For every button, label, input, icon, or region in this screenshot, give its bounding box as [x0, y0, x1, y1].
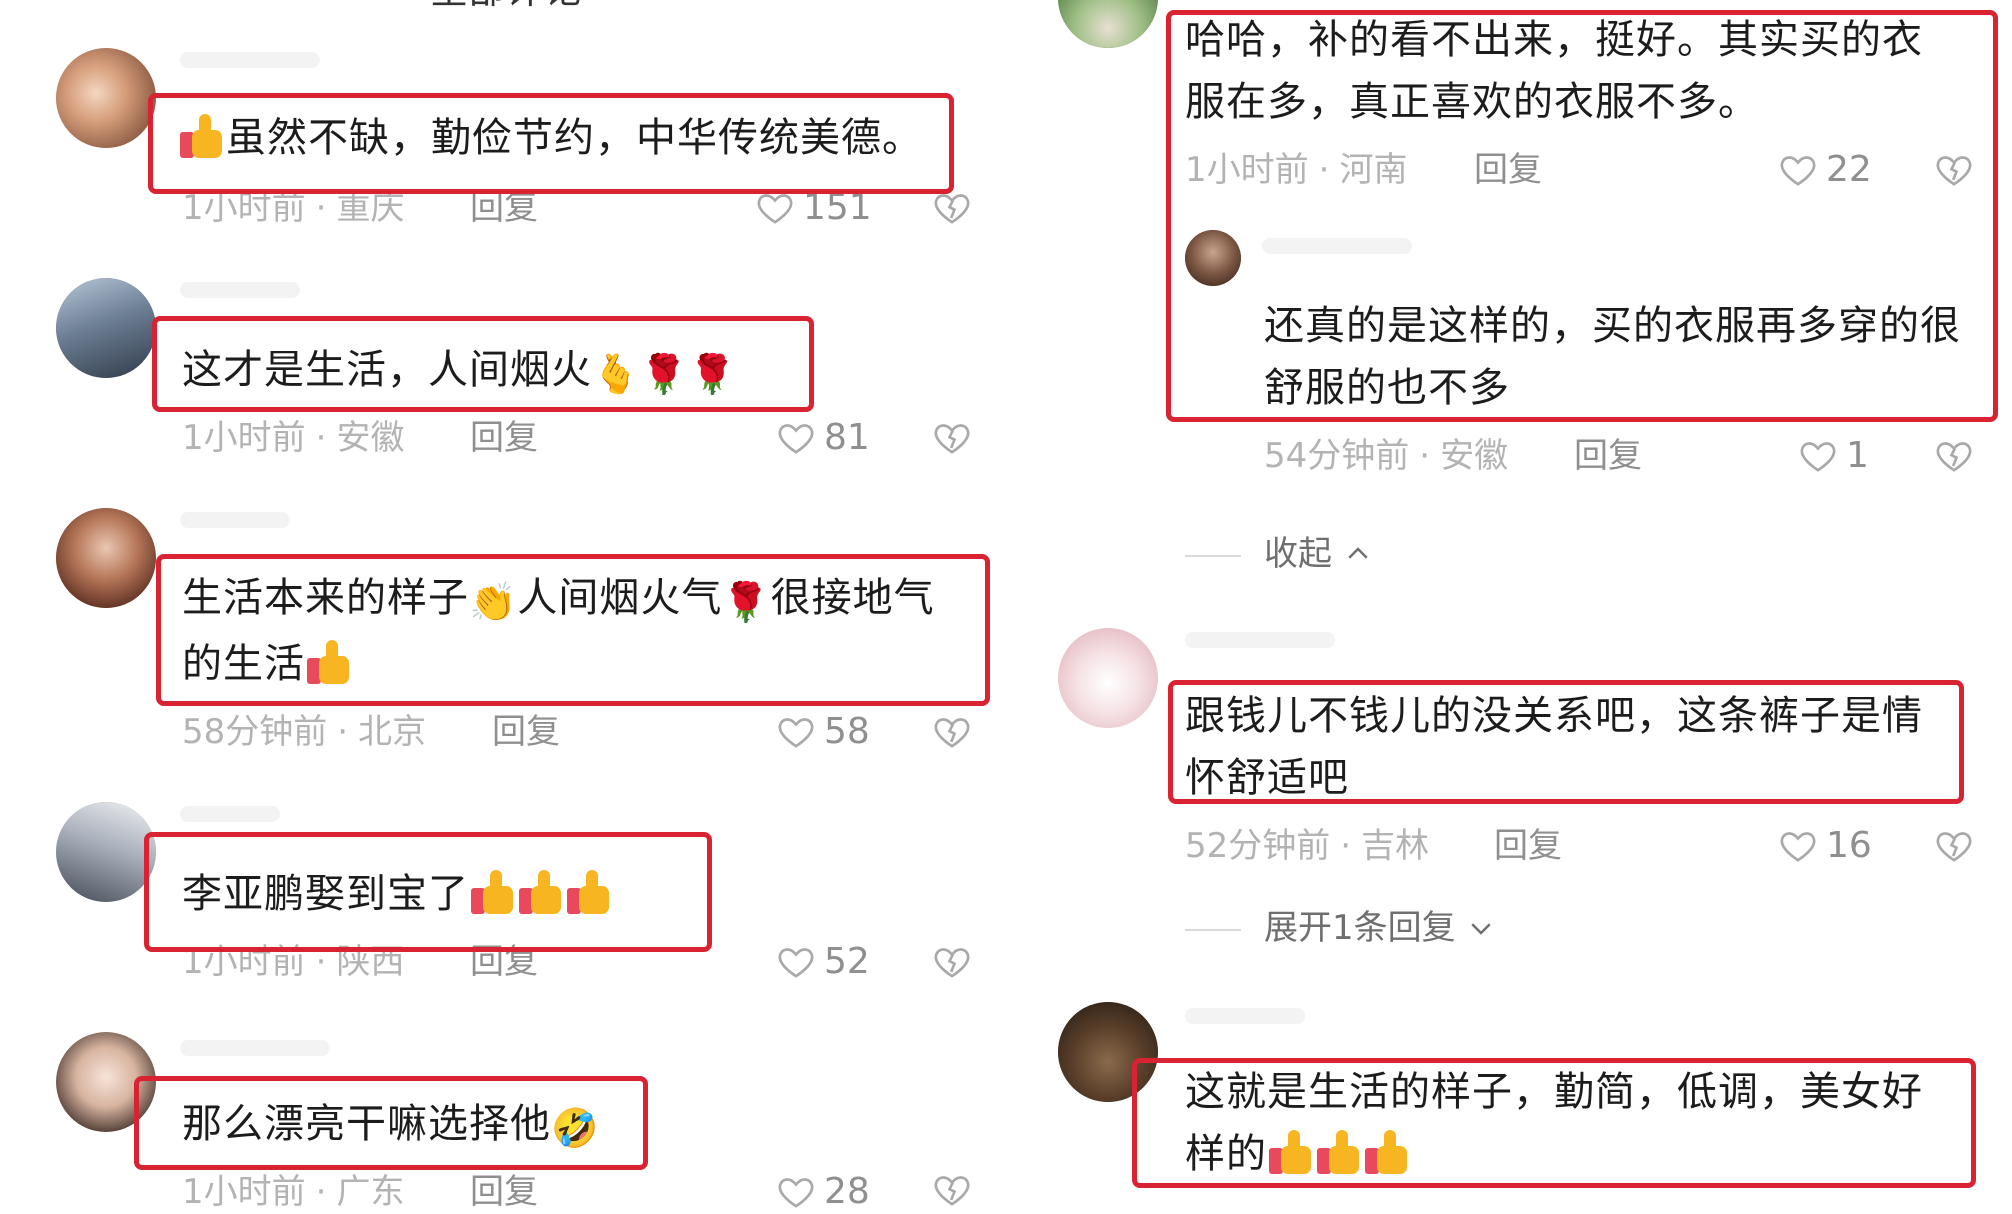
username-blurred[interactable] [180, 806, 280, 822]
avatar[interactable] [56, 278, 156, 378]
avatar[interactable] [1058, 628, 1158, 728]
like-count: 16 [1826, 825, 1872, 866]
avatar[interactable] [56, 48, 156, 148]
reply-button[interactable]: 回复 [470, 188, 538, 228]
avatar[interactable] [56, 508, 156, 608]
reply-button[interactable]: 回复 [1574, 436, 1642, 476]
section-title-partial: 全部评论 [430, 0, 582, 10]
highlight-box [156, 554, 990, 706]
highlight-box [152, 316, 814, 412]
like-count: 1 [1846, 435, 1869, 476]
chevron-up-icon [1348, 547, 1368, 559]
like-count: 81 [824, 417, 870, 458]
dislike-icon[interactable] [932, 712, 972, 752]
heart-icon [778, 948, 814, 978]
highlight-box [134, 1076, 648, 1170]
highlight-box [1168, 680, 1964, 804]
highlight-box [1166, 10, 1998, 422]
comment-meta: 54分钟前 · 安徽 [1264, 436, 1509, 476]
dislike-icon[interactable] [932, 1170, 972, 1210]
heart-icon [778, 424, 814, 454]
dislike-icon[interactable] [1934, 436, 1974, 476]
reply-button[interactable]: 回复 [470, 418, 538, 458]
avatar[interactable] [56, 802, 156, 902]
expand-replies-button[interactable]: 展开1条回复 [1264, 908, 1496, 948]
comment-meta: 58分钟前 · 北京 [182, 712, 427, 752]
chevron-down-icon [1471, 923, 1492, 935]
heart-icon [778, 1178, 814, 1208]
like-count: 58 [824, 711, 870, 752]
like-button[interactable]: 58 [776, 710, 870, 754]
comment-meta: 1小时前 · 重庆 [182, 188, 405, 228]
comment-meta: 52分钟前 · 吉林 [1185, 826, 1430, 866]
reply-button[interactable]: 回复 [1494, 826, 1562, 866]
thread-divider [1185, 555, 1241, 557]
avatar[interactable] [1058, 0, 1158, 48]
highlight-box [1132, 1058, 1976, 1188]
dislike-icon[interactable] [1934, 826, 1974, 866]
collapse-replies-button[interactable]: 收起 [1264, 534, 1373, 574]
heart-icon [1780, 832, 1816, 862]
heart-icon [757, 194, 793, 224]
like-button[interactable]: 52 [776, 940, 870, 984]
thread-divider [1185, 929, 1241, 931]
dislike-icon[interactable] [932, 418, 972, 458]
like-count: 52 [824, 941, 870, 982]
like-count: 28 [824, 1171, 870, 1212]
username-blurred[interactable] [180, 282, 300, 298]
heart-icon [778, 718, 814, 748]
like-button[interactable]: 16 [1778, 824, 1872, 868]
reply-button[interactable]: 回复 [492, 712, 560, 752]
username-blurred[interactable] [180, 512, 290, 528]
like-button[interactable]: 1 [1798, 434, 1869, 478]
username-blurred[interactable] [180, 1040, 330, 1056]
like-button[interactable]: 81 [776, 416, 870, 460]
comment-meta: 1小时前 · 安徽 [182, 418, 405, 458]
dislike-icon[interactable] [932, 188, 972, 228]
highlight-box [148, 93, 954, 194]
reply-button[interactable]: 回复 [470, 1172, 538, 1212]
username-blurred[interactable] [1185, 1008, 1305, 1024]
comment-meta: 1小时前 · 广东 [182, 1172, 405, 1212]
username-blurred[interactable] [1185, 632, 1335, 648]
username-blurred[interactable] [180, 52, 320, 68]
highlight-box [144, 832, 712, 952]
heart-icon [1800, 442, 1836, 472]
dislike-icon[interactable] [932, 942, 972, 982]
like-button[interactable]: 28 [776, 1170, 870, 1214]
